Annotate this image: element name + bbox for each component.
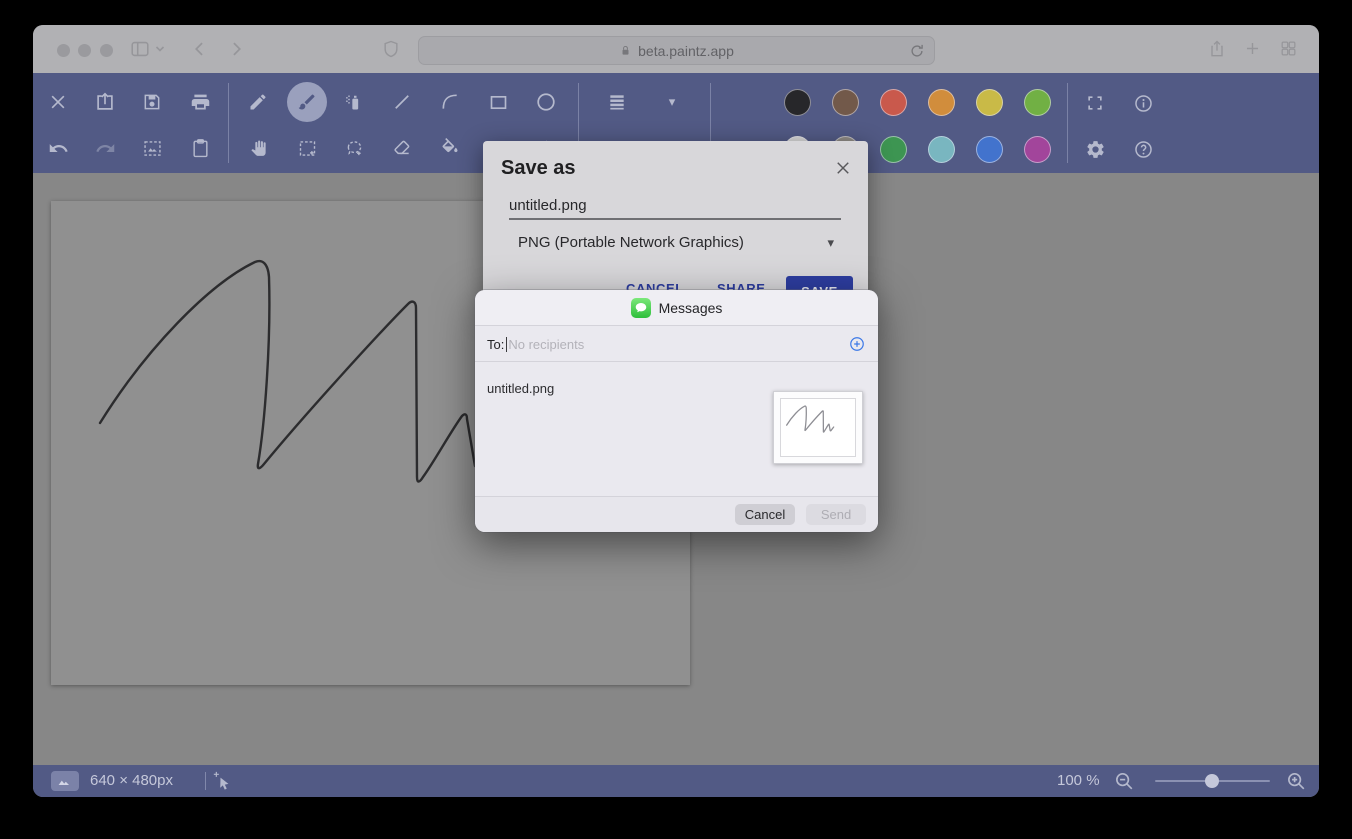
chevron-down-icon[interactable] <box>155 45 165 53</box>
airbrush-tool-button[interactable] <box>334 82 374 122</box>
address-bar[interactable]: beta.paintz.app <box>418 36 935 65</box>
share-sheet-body: untitled.png <box>475 363 878 496</box>
canvas-dimensions-label: 640 × 480px <box>90 772 173 789</box>
filename-input-underline <box>509 218 841 220</box>
sidebar-icon[interactable] <box>129 38 151 60</box>
text-cursor <box>506 337 507 352</box>
rectangular-select-tool-button[interactable] <box>287 128 327 168</box>
close-icon[interactable] <box>832 157 854 179</box>
filename-input[interactable]: untitled.png <box>509 197 587 214</box>
chevron-down-icon: ▾ <box>669 94 676 110</box>
share-sheet-header: Messages <box>475 290 878 326</box>
palette-color-light-green[interactable] <box>1024 89 1051 116</box>
line-width-icon[interactable] <box>597 82 637 122</box>
sheet-cancel-button[interactable]: Cancel <box>735 504 795 525</box>
minimize-window-button[interactable] <box>78 44 91 57</box>
palette-color-red[interactable] <box>880 89 907 116</box>
settings-gear-icon[interactable] <box>1075 129 1115 169</box>
resize-image-button[interactable] <box>132 128 172 168</box>
forward-icon[interactable] <box>226 39 246 59</box>
chevron-down-icon: ▾ <box>827 235 834 251</box>
lock-icon <box>619 43 632 58</box>
status-bar: 640 × 480px 100 % <box>33 765 1319 797</box>
attachment-filename: untitled.png <box>487 381 554 396</box>
fill-tool-button[interactable] <box>430 128 470 168</box>
share-sheet-title: Messages <box>659 300 723 316</box>
share-page-icon[interactable] <box>1207 38 1227 60</box>
paste-button[interactable] <box>180 128 220 168</box>
dialog-title: Save as <box>501 157 576 180</box>
statusbar-divider <box>205 772 206 790</box>
palette-color-brown[interactable] <box>832 89 859 116</box>
zoom-out-icon[interactable] <box>1113 770 1135 792</box>
messages-app-icon <box>631 298 651 318</box>
line-tool-button[interactable] <box>382 82 422 122</box>
privacy-shield-icon[interactable] <box>381 38 401 60</box>
tab-overview-icon[interactable] <box>1279 39 1298 58</box>
to-label: To: <box>487 337 504 352</box>
zoom-slider-thumb[interactable] <box>1205 774 1219 788</box>
palette-color-blue[interactable] <box>976 136 1003 163</box>
palette-color-orange[interactable] <box>928 89 955 116</box>
palette-color-yellow[interactable] <box>976 89 1003 116</box>
zoom-window-button[interactable] <box>100 44 113 57</box>
add-recipient-icon[interactable] <box>848 335 866 353</box>
recipient-input-placeholder[interactable]: No recipients <box>508 337 584 352</box>
line-width-dropdown[interactable]: ▾ <box>652 82 692 122</box>
image-dimensions-icon <box>51 771 79 791</box>
back-icon[interactable] <box>190 39 210 59</box>
help-button[interactable] <box>1123 129 1163 169</box>
zoom-in-icon[interactable] <box>1285 770 1307 792</box>
freeform-select-tool-button[interactable] <box>334 128 374 168</box>
palette-color-green[interactable] <box>880 136 907 163</box>
format-select[interactable]: PNG (Portable Network Graphics) <box>518 234 744 251</box>
share-sheet-footer: Cancel Send <box>475 496 878 532</box>
pan-tool-button[interactable] <box>238 128 278 168</box>
print-button[interactable] <box>180 82 220 122</box>
eraser-tool-button[interactable] <box>382 128 422 168</box>
curve-tool-button[interactable] <box>430 82 470 122</box>
browser-titlebar: beta.paintz.app <box>33 25 1319 73</box>
info-button[interactable] <box>1123 83 1163 123</box>
brush-tool-button[interactable] <box>287 82 327 122</box>
fullscreen-button[interactable] <box>1075 83 1115 123</box>
undo-button[interactable] <box>38 128 78 168</box>
open-file-button[interactable] <box>85 82 125 122</box>
save-button[interactable] <box>132 82 172 122</box>
attachment-thumbnail-image <box>780 398 856 457</box>
palette-color-teal[interactable] <box>928 136 955 163</box>
clear-document-button[interactable] <box>38 82 78 122</box>
rectangle-tool-button[interactable] <box>478 82 518 122</box>
redo-button[interactable] <box>85 128 125 168</box>
messages-share-sheet: Messages To: No recipients untitled.png … <box>475 290 878 532</box>
sheet-send-button[interactable]: Send <box>806 504 866 525</box>
oval-tool-button[interactable] <box>526 82 566 122</box>
toolbar-divider <box>228 83 229 163</box>
toolbar-divider <box>1067 83 1068 163</box>
cursor-position-icon <box>213 770 233 792</box>
palette-color-magenta[interactable] <box>1024 136 1051 163</box>
url-text: beta.paintz.app <box>638 43 734 59</box>
recipient-row[interactable]: To: No recipients <box>475 327 878 362</box>
zoom-percent-label: 100 % <box>1057 772 1100 789</box>
attachment-thumbnail <box>773 391 863 464</box>
pencil-tool-button[interactable] <box>238 82 278 122</box>
palette-color-black[interactable] <box>784 89 811 116</box>
close-window-button[interactable] <box>57 44 70 57</box>
refresh-icon[interactable] <box>908 42 926 60</box>
new-tab-icon[interactable] <box>1243 39 1262 58</box>
